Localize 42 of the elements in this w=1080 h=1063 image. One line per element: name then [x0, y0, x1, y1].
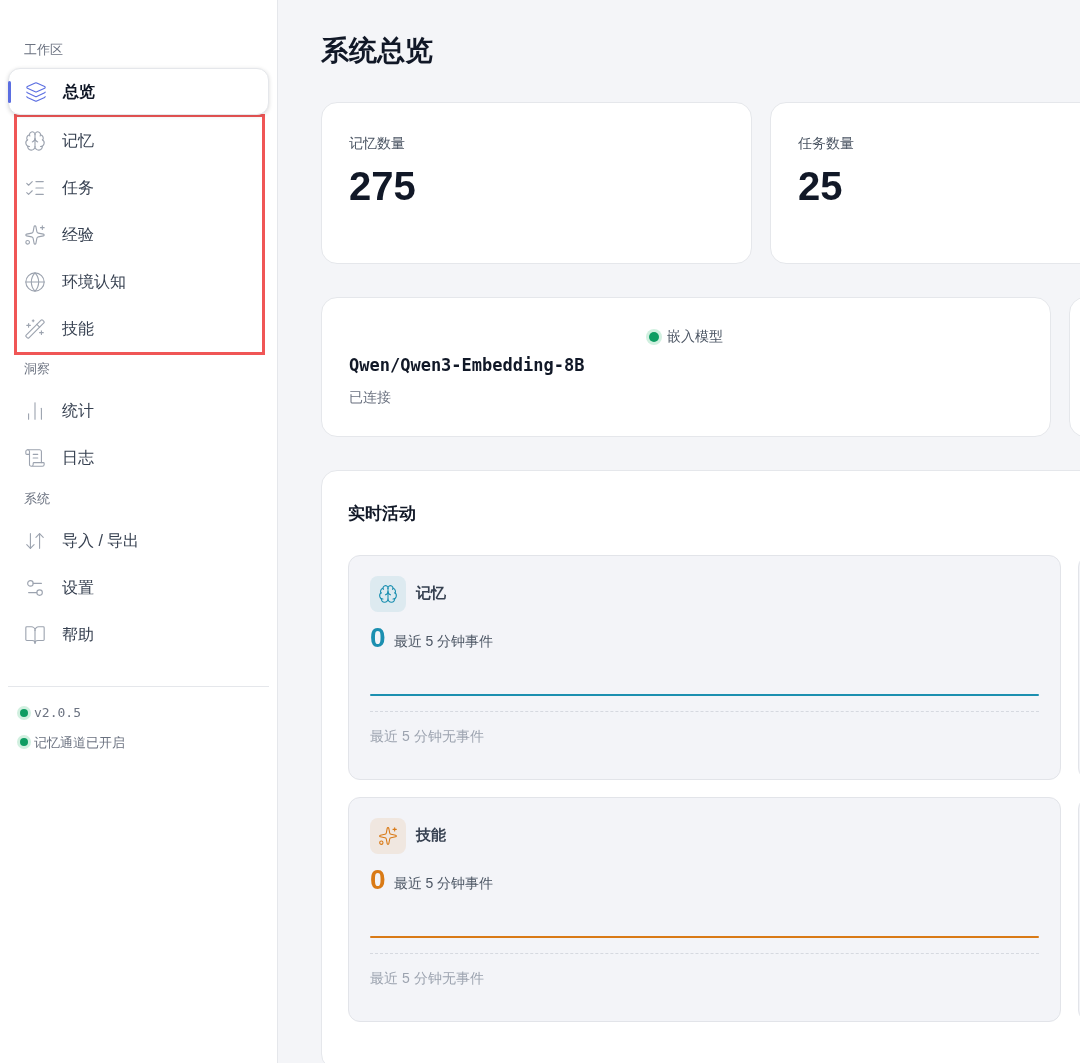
brain-icon	[24, 129, 46, 152]
stat-label: 记忆数量	[349, 134, 406, 153]
empty-message: 最近 5 分钟无事件	[370, 726, 485, 746]
section-heading: 系统	[23, 490, 51, 509]
section-heading: 洞察	[23, 360, 51, 379]
count-caption: 最近 5 分钟事件	[393, 631, 494, 651]
nav-item[interactable]: 总览	[8, 68, 269, 115]
stat-value: 275	[349, 166, 417, 206]
card-title: 技能	[416, 825, 446, 846]
status-text: v2.0.5	[34, 704, 81, 722]
nav-item[interactable]: 环境认知	[8, 258, 262, 305]
nav-item[interactable]: 导入 / 导出	[8, 517, 269, 564]
nav-item[interactable]: 技能	[8, 305, 262, 352]
card-title: 记忆	[416, 583, 446, 604]
panel-title: 实时活动	[348, 503, 417, 525]
wand-icon	[24, 317, 46, 340]
model-label: 嵌入模型	[667, 327, 723, 346]
nav-item[interactable]: 记忆	[8, 117, 262, 164]
globe-icon	[24, 270, 46, 293]
nav-item[interactable]: 日志	[8, 434, 269, 481]
stat-label: 任务数量	[798, 134, 855, 153]
layers-icon	[25, 80, 47, 103]
nav-item[interactable]: 经验	[8, 211, 262, 258]
sparkle-icon	[370, 817, 406, 854]
page-title: 系统总览	[321, 34, 434, 68]
nav-item[interactable]: 帮助	[8, 611, 269, 658]
book-icon	[24, 623, 46, 646]
nav-item[interactable]: 设置	[8, 564, 269, 611]
status-text: 记忆通道已开启	[34, 733, 125, 752]
section-heading: 工作区	[23, 41, 64, 60]
sparkle-icon	[24, 223, 46, 246]
nav-item[interactable]: 任务	[8, 164, 262, 211]
empty-message: 最近 5 分钟无事件	[370, 968, 485, 988]
count-caption: 最近 5 分钟事件	[393, 873, 494, 893]
connection-status: 已连接	[349, 387, 392, 407]
event-count: 0	[370, 865, 386, 894]
model-name: Qwen/Qwen3-Embedding-8B	[349, 354, 586, 377]
stat-value: 25	[798, 166, 844, 206]
brain-icon	[370, 575, 406, 612]
event-count: 0	[370, 623, 386, 652]
nav-item[interactable]: 统计	[8, 387, 269, 434]
scroll-icon	[24, 446, 46, 469]
